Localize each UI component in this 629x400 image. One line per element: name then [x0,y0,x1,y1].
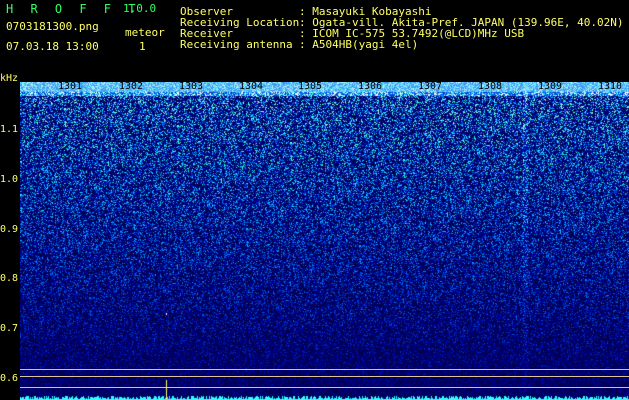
datetime: 07.03.18 13:00 [6,40,99,53]
x-tick-1310: 1310 [598,81,623,92]
x-tick-1308: 1308 [478,81,503,92]
x-tick-1304: 1304 [239,81,264,92]
meteor-count: 1 [139,40,146,53]
x-tick-1301: 1301 [58,81,83,92]
y-tick-0.8: 0.8 [0,273,19,284]
x-tick-1303: 1303 [179,81,204,92]
x-tick-1306: 1306 [358,81,383,92]
app-name: H R O F F T [6,2,141,16]
reference-line-middle [20,376,629,377]
y-tick-0.7: 0.7 [0,323,19,334]
x-tick-1305: 1305 [298,81,323,92]
x-tick-1307: 1307 [418,81,443,92]
y-tick-0.6: 0.6 [0,373,19,384]
meteor-label: meteor [125,26,165,39]
file-name: 0703181300.png [6,20,99,33]
spectrogram-canvas [20,82,629,400]
app-version: 1.0.0 [123,2,157,15]
antenna-label: Receiving antenna [180,38,293,51]
y-tick-1.0: 1.0 [0,174,19,185]
antenna-value: : A504HB(yagi 4el) [299,38,419,51]
x-tick-1302: 1302 [119,81,144,92]
y-tick-1.1: 1.1 [0,124,19,135]
reference-line-lower [20,387,629,388]
reference-line-upper [20,369,629,370]
y-tick-0.9: 0.9 [0,224,19,235]
spectrogram-plot [20,82,629,400]
x-tick-1309: 1309 [538,81,563,92]
y-axis-unit: kHz [0,73,19,84]
